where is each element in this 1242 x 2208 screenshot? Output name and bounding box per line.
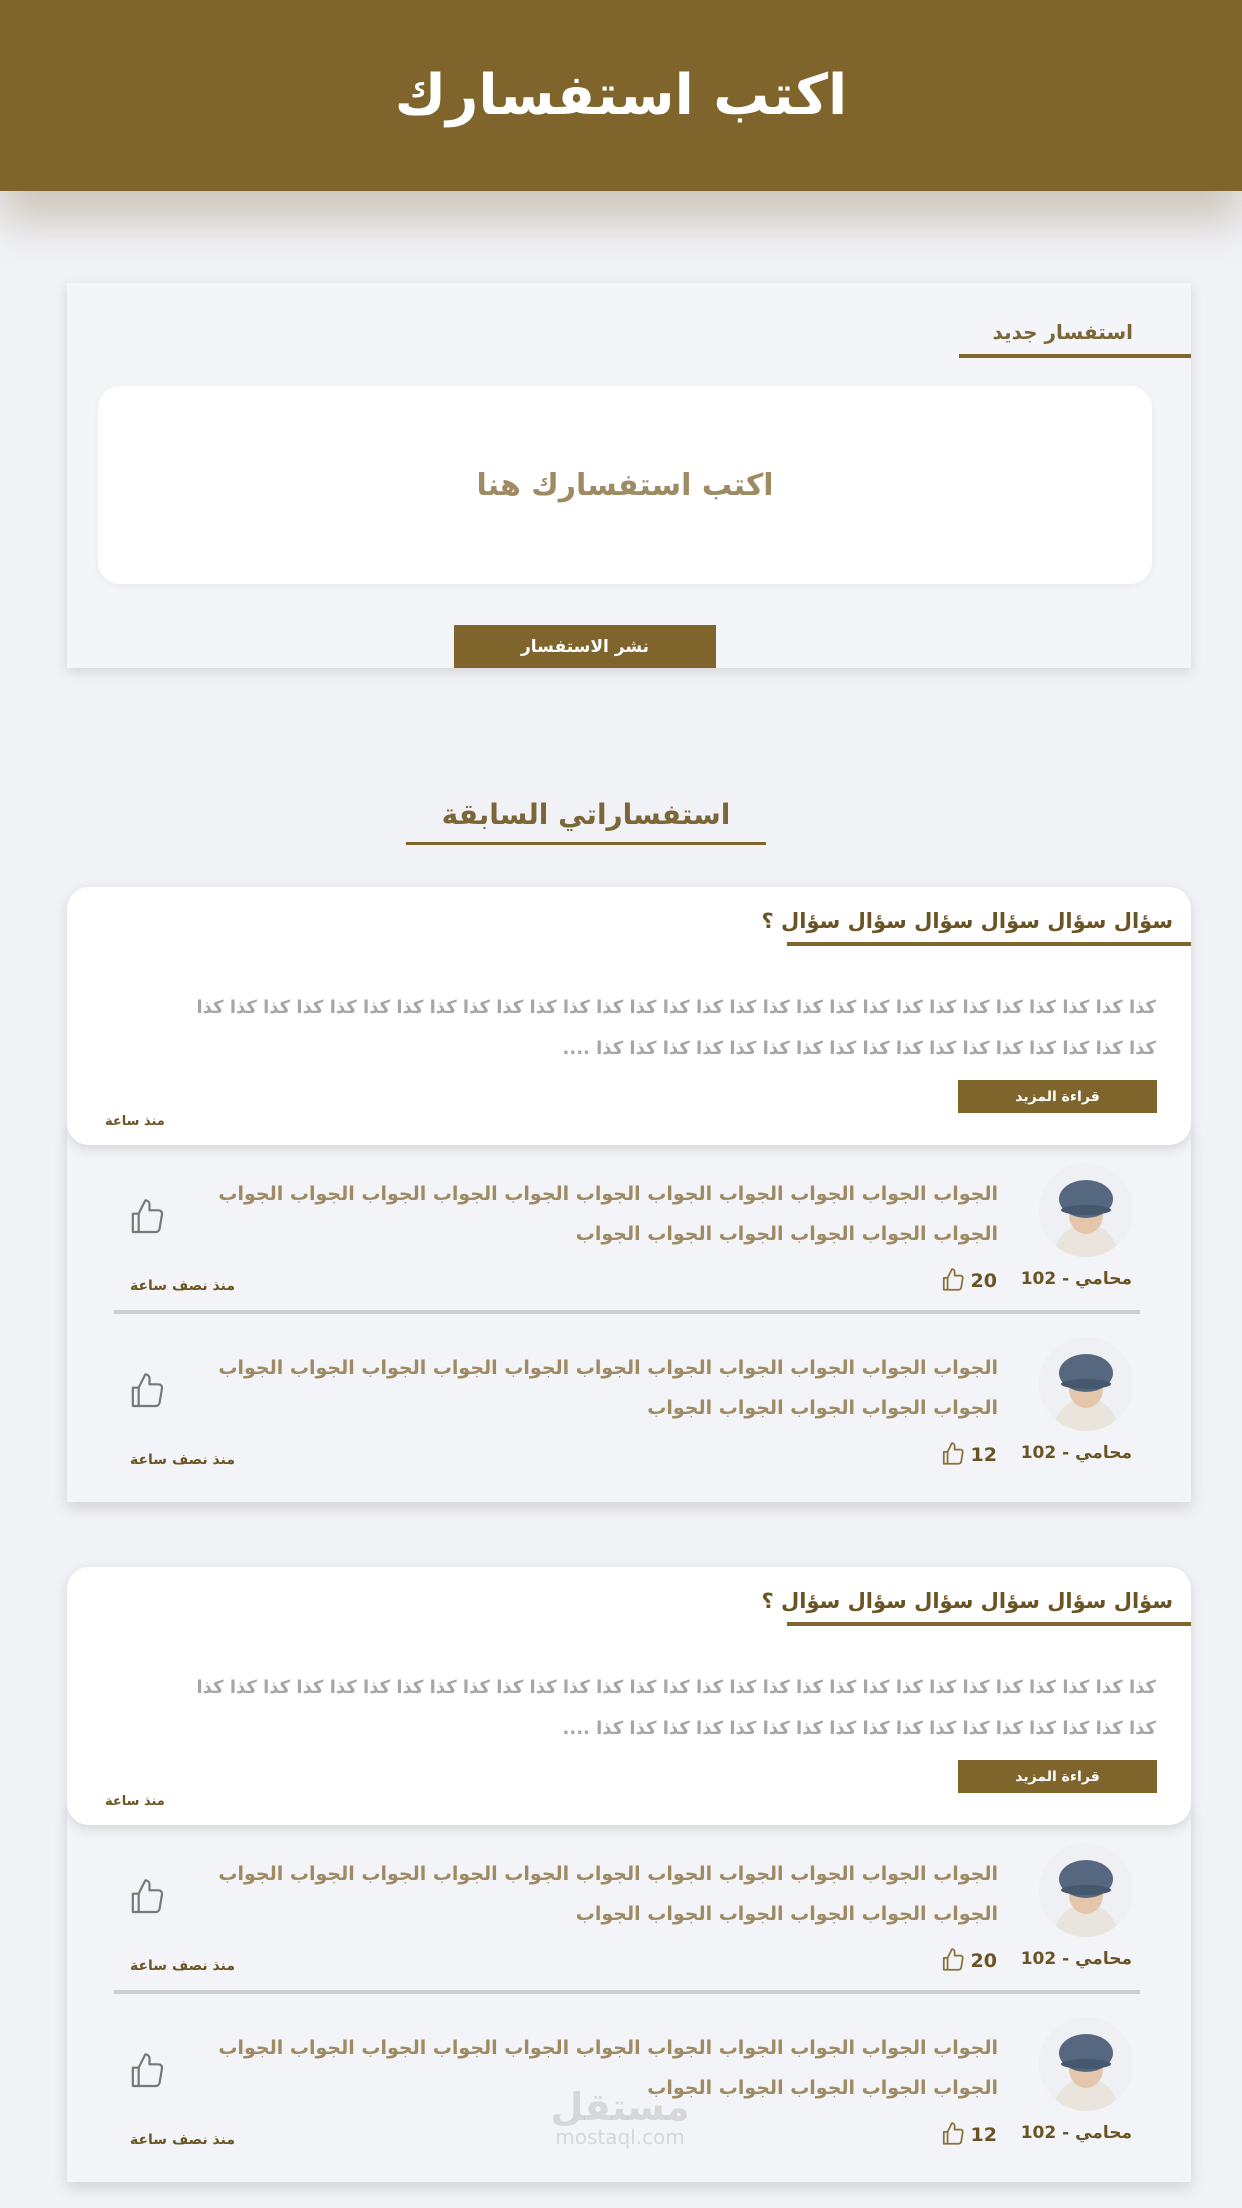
inquiry-input[interactable]: اكتب استفسارك هنا [98, 386, 1152, 584]
likes-count: 12 [970, 2124, 997, 2146]
answer-divider [114, 1990, 1140, 1994]
answer-time: منذ نصف ساعة [130, 1958, 236, 1974]
question-card: سؤال سؤال سؤال سؤال سؤال سؤال ؟ كذا كذا … [67, 887, 1191, 1145]
question-underline [787, 942, 1191, 946]
previous-inquiries-title: استفساراتي السابقة [441, 798, 731, 831]
question-time: منذ ساعة [105, 1114, 165, 1129]
answer-text: الجواب الجواب الجواب الجواب الجواب الجوا… [218, 1183, 998, 1245]
new-inquiry-card: استفسار جديد اكتب استفسارك هنا نشر الاست… [67, 283, 1191, 668]
likes-icon [942, 1442, 964, 1465]
answer-time: منذ نصف ساعة [130, 2132, 236, 2148]
answer-item: الجواب الجواب الجواب الجواب الجواب الجوا… [67, 1163, 1191, 1333]
answer-time: منذ نصف ساعة [130, 1278, 236, 1294]
answer-item: الجواب الجواب الجواب الجواب الجواب الجوا… [67, 1843, 1191, 2013]
answer-text: الجواب الجواب الجواب الجواب الجواب الجوا… [218, 1357, 998, 1419]
likes-icon [942, 2122, 964, 2145]
new-inquiry-underline [959, 354, 1191, 358]
answer-divider [114, 1310, 1140, 1314]
answer-text: الجواب الجواب الجواب الجواب الجواب الجوا… [218, 1863, 998, 1925]
likes-count: 20 [970, 1270, 997, 1292]
question-title: سؤال سؤال سؤال سؤال سؤال سؤال ؟ [761, 909, 1173, 933]
answer-time: منذ نصف ساعة [130, 1452, 236, 1468]
watermark: مستقل mostaql.com [530, 2088, 710, 2148]
answer-author: محامي - 102 [1020, 1269, 1132, 1289]
likes-icon [942, 1268, 964, 1291]
question-underline [787, 1622, 1191, 1626]
question-time: منذ ساعة [105, 1794, 165, 1809]
likes-icon [942, 1948, 964, 1971]
thumbs-up-icon[interactable] [127, 1876, 167, 1918]
avatar [1039, 2017, 1133, 2111]
watermark-arabic: مستقل [550, 2085, 690, 2129]
watermark-latin: mostaql.com [555, 2125, 685, 2149]
thumbs-up-icon[interactable] [127, 2050, 167, 2092]
previous-inquiries-underline [406, 842, 766, 845]
read-more-button[interactable]: قراءة المزيد [958, 1080, 1157, 1113]
avatar [1039, 1337, 1133, 1431]
answer-author: محامي - 102 [1020, 2123, 1132, 2143]
page-header: اكتب استفسارك [0, 0, 1242, 191]
answer-author: محامي - 102 [1020, 1949, 1132, 1969]
inquiry-thread: الجواب الجواب الجواب الجواب الجواب الجوا… [67, 887, 1191, 1515]
answer-author: محامي - 102 [1020, 1443, 1132, 1463]
answers-panel: الجواب الجواب الجواب الجواب الجواب الجوا… [67, 1127, 1191, 1502]
thumbs-up-icon[interactable] [127, 1196, 167, 1238]
question-text: كذا كذا كذا كذا كذا كذا كذا كذا كذا كذا … [196, 1677, 1156, 1739]
thumbs-up-icon[interactable] [127, 1370, 167, 1412]
read-more-button[interactable]: قراءة المزيد [958, 1760, 1157, 1793]
new-inquiry-label: استفسار جديد [992, 320, 1133, 344]
likes-count: 20 [970, 1950, 997, 1972]
likes-count: 12 [970, 1444, 997, 1466]
question-card: سؤال سؤال سؤال سؤال سؤال سؤال ؟ كذا كذا … [67, 1567, 1191, 1825]
answer-item: الجواب الجواب الجواب الجواب الجواب الجوا… [67, 1337, 1191, 1507]
page-title: اكتب استفسارك [394, 63, 848, 128]
question-text: كذا كذا كذا كذا كذا كذا كذا كذا كذا كذا … [196, 997, 1156, 1059]
avatar [1039, 1843, 1133, 1937]
question-title: سؤال سؤال سؤال سؤال سؤال سؤال ؟ [761, 1589, 1173, 1613]
post-inquiry-button[interactable]: نشر الاستفسار [454, 625, 716, 668]
avatar [1039, 1163, 1133, 1257]
